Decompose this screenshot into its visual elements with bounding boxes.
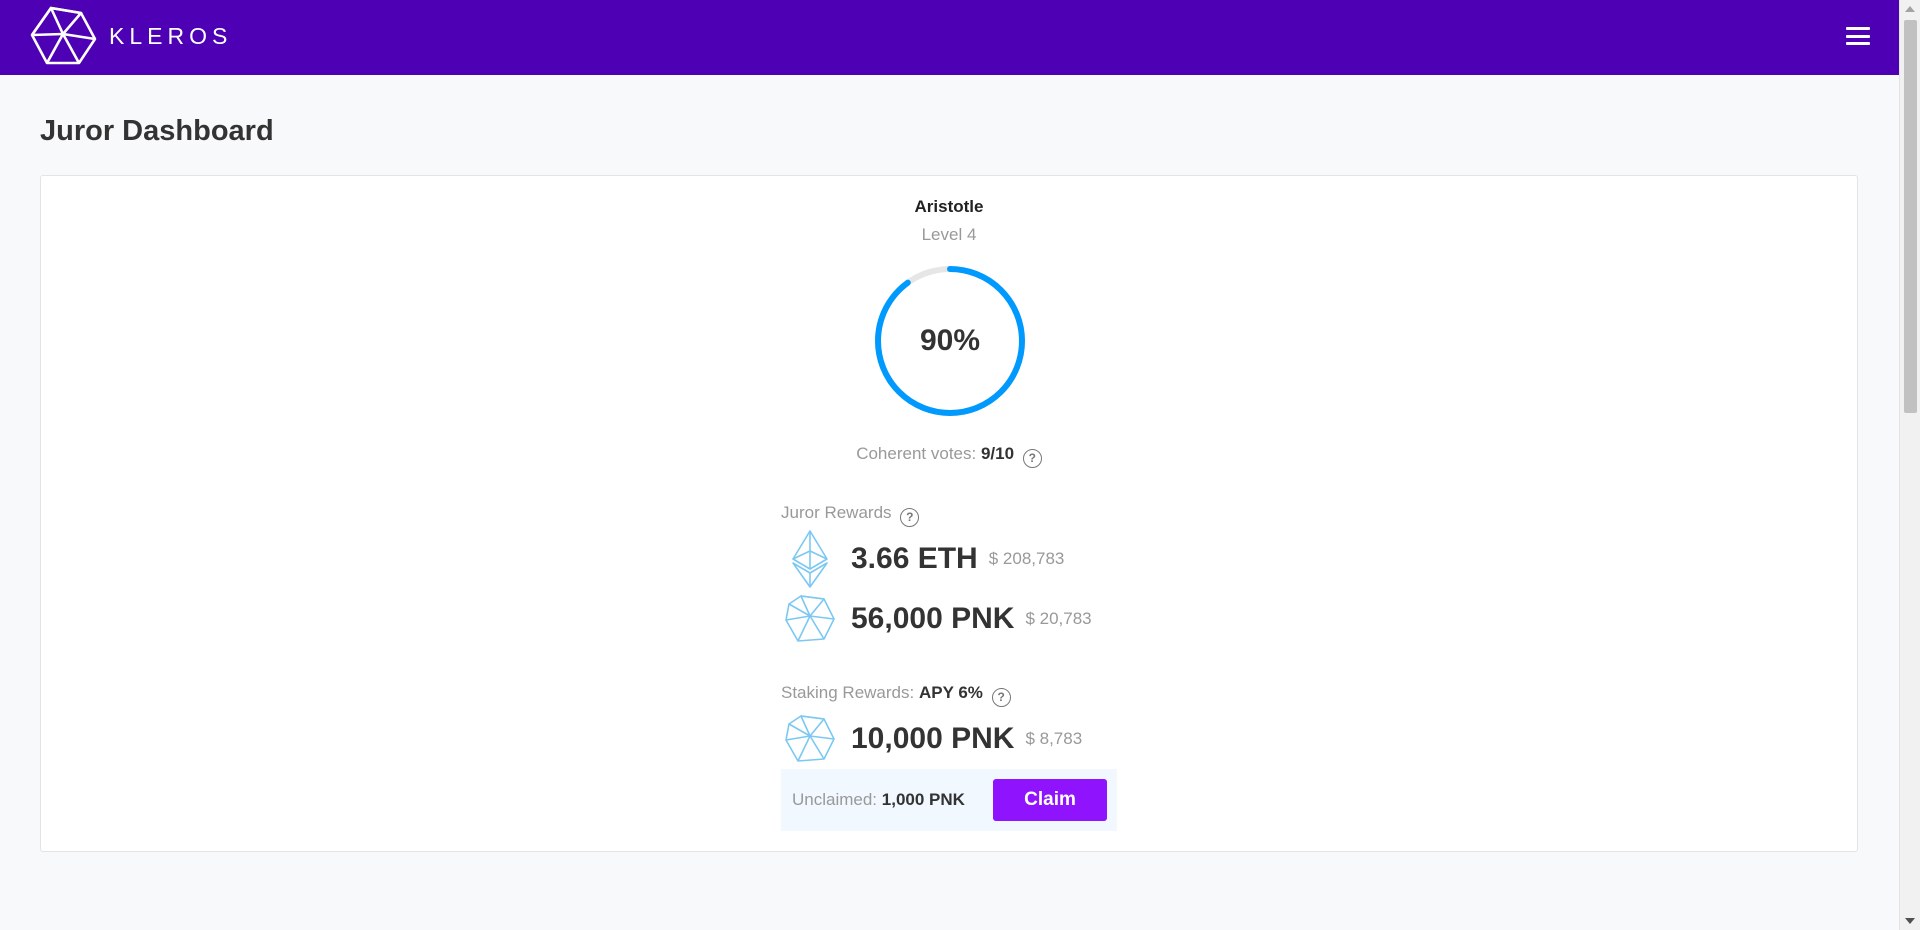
juror-rewards-help-icon[interactable]: ? xyxy=(900,507,920,527)
staking-rewards-label-row: Staking Rewards: APY 6% ? xyxy=(781,683,1011,707)
staking-reward-usd: $ 8,783 xyxy=(1025,729,1083,748)
coherent-votes-value: 9/10 xyxy=(980,444,1015,463)
hamburger-menu-icon[interactable] xyxy=(1846,24,1870,48)
juror-rewards-label-row: Juror Rewards ? xyxy=(781,503,920,527)
staking-apy: APY 6% xyxy=(918,683,983,702)
claim-button[interactable]: Claim xyxy=(993,779,1107,821)
unclaimed-rewards: Unclaimed: 1,000 PNK xyxy=(792,790,965,810)
juror-level: Level 4 xyxy=(921,225,977,244)
ethereum-icon xyxy=(783,529,837,589)
staking-reward-row: 10,000 PNK $ 8,783 xyxy=(783,709,1082,769)
brand-name: KLEROS xyxy=(109,22,233,49)
pnk-reward-usd: $ 20,783 xyxy=(1025,609,1092,628)
unclaimed-label: Unclaimed: xyxy=(792,790,878,809)
unclaimed-rewards-box: Unclaimed: 1,000 PNK Claim xyxy=(781,769,1117,831)
pinakion-icon xyxy=(783,709,837,769)
pnk-reward-row: 56,000 PNK $ 20,783 xyxy=(783,589,1092,649)
top-navigation-bar: KLEROS xyxy=(0,0,1899,75)
kleros-logo-icon xyxy=(30,6,97,65)
juror-name: Aristotle xyxy=(914,197,984,216)
juror-dashboard-card: Aristotle Level 4 90% Coherent votes: 9/… xyxy=(40,175,1858,852)
scrollbar-thumb[interactable] xyxy=(1904,20,1917,413)
staking-rewards-label: Staking Rewards: xyxy=(781,683,915,702)
eth-reward-row: 3.66 ETH $ 208,783 xyxy=(783,529,1064,589)
coherence-progress-ring: 90% xyxy=(873,264,1027,418)
scroll-up-arrow-icon[interactable] xyxy=(1905,6,1915,12)
coherence-percent: 90% xyxy=(919,324,981,357)
scroll-down-arrow-icon[interactable] xyxy=(1905,918,1915,924)
juror-rewards-label: Juror Rewards xyxy=(781,503,892,522)
eth-reward-usd: $ 208,783 xyxy=(988,549,1065,568)
brand-home-link[interactable]: KLEROS xyxy=(29,5,232,67)
coherent-votes-label: Coherent votes: xyxy=(856,444,977,463)
page-title: Juror Dashboard xyxy=(40,115,274,147)
page-scrollbar[interactable] xyxy=(1899,0,1920,930)
staking-reward-amount: 10,000 PNK xyxy=(851,722,1015,755)
unclaimed-value: 1,000 PNK xyxy=(881,790,965,809)
staking-rewards-help-icon[interactable]: ? xyxy=(991,687,1011,707)
eth-reward-amount: 3.66 ETH xyxy=(851,542,978,575)
pnk-reward-amount: 56,000 PNK xyxy=(851,602,1015,635)
coherent-votes-help-icon[interactable]: ? xyxy=(1022,448,1042,468)
pinakion-icon xyxy=(783,589,837,649)
coherent-votes: Coherent votes: 9/10 ? xyxy=(41,444,1857,468)
